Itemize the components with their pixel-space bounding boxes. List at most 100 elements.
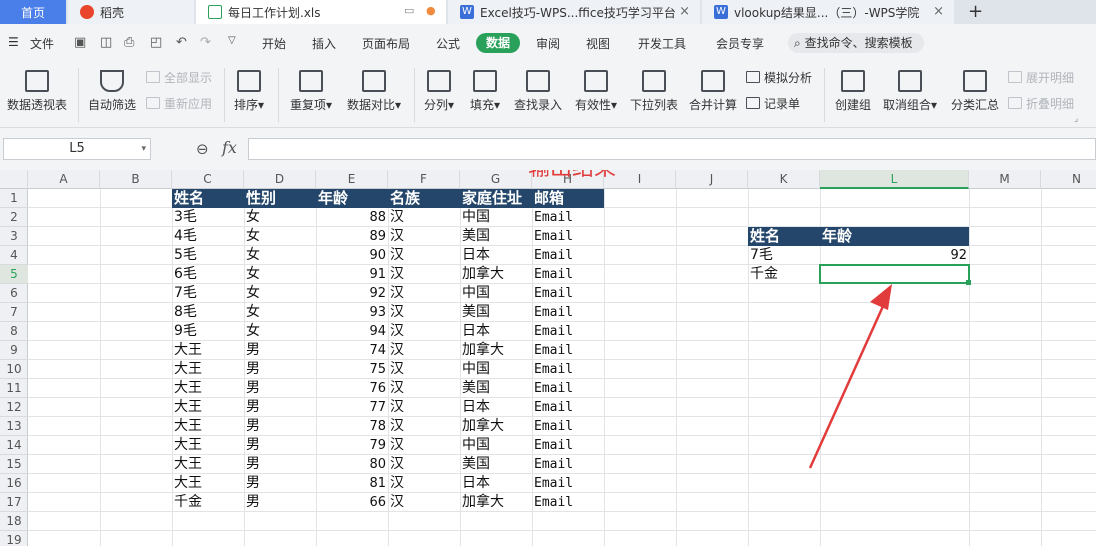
menu-data[interactable]: 数据 (476, 33, 520, 53)
cell-email[interactable]: Email (532, 322, 604, 341)
cell-email[interactable]: Email (532, 246, 604, 265)
tab-file[interactable]: 每日工作计划.xls ▭ ● (196, 0, 446, 24)
cell-gender[interactable]: 男 (244, 379, 316, 398)
cell-ethnicity[interactable]: 汉 (388, 493, 460, 512)
cell-name[interactable]: 大王 (172, 360, 244, 379)
cell-name[interactable]: 大王 (172, 436, 244, 455)
lookup-header-age[interactable]: 年龄 (820, 227, 969, 246)
create-group-button[interactable]: 创建组 (830, 62, 876, 126)
cell-name[interactable]: 9毛 (172, 322, 244, 341)
find-entry-button[interactable]: 查找录入 (510, 62, 566, 126)
cell-ethnicity[interactable]: 汉 (388, 360, 460, 379)
sort-button[interactable]: 排序▾ (228, 62, 270, 126)
cell-name[interactable]: 大王 (172, 474, 244, 493)
cell-gender[interactable]: 女 (244, 227, 316, 246)
row-header-13[interactable]: 13 (0, 417, 28, 436)
tab-web1[interactable]: W Excel技巧-WPS...ffice技巧学习平台 × (448, 0, 700, 24)
cell-age[interactable]: 92 (316, 284, 388, 303)
cell-age[interactable]: 75 (316, 360, 388, 379)
cell-gender[interactable]: 女 (244, 284, 316, 303)
cell-gender[interactable]: 男 (244, 360, 316, 379)
menu-view[interactable]: 视图 (586, 35, 610, 52)
print-icon[interactable]: ⎙ (124, 35, 134, 50)
row-header-10[interactable]: 10 (0, 360, 28, 379)
cell-address[interactable]: 加拿大 (460, 417, 532, 436)
cell-age[interactable]: 93 (316, 303, 388, 322)
table-header-gender[interactable]: 性别 (244, 189, 316, 208)
row-header-18[interactable]: 18 (0, 512, 28, 531)
menu-insert[interactable]: 插入 (312, 35, 336, 52)
row-header-16[interactable]: 16 (0, 474, 28, 493)
column-header-j[interactable]: J (676, 170, 748, 189)
cell-name[interactable]: 大王 (172, 379, 244, 398)
cell-gender[interactable]: 男 (244, 417, 316, 436)
column-header-e[interactable]: E (316, 170, 388, 189)
ungroup-button[interactable]: 取消组合▾ (880, 62, 940, 126)
cell-name[interactable]: 7毛 (172, 284, 244, 303)
print-preview-icon[interactable]: ◰ (150, 35, 162, 50)
cell-name[interactable]: 千金 (172, 493, 244, 512)
data-compare-button[interactable]: 数据对比▾ (342, 62, 406, 126)
column-header-n[interactable]: N (1041, 170, 1096, 189)
cell-age[interactable]: 90 (316, 246, 388, 265)
autofilter-button[interactable]: 自动筛选 (84, 62, 140, 126)
tab-docer[interactable]: 稻壳 (68, 0, 194, 24)
row-header-5[interactable]: 5 (0, 265, 28, 284)
cell-ethnicity[interactable]: 汉 (388, 398, 460, 417)
select-all-corner[interactable] (0, 170, 28, 189)
cell-email[interactable]: Email (532, 417, 604, 436)
column-header-m[interactable]: M (969, 170, 1041, 189)
cell-gender[interactable]: 男 (244, 436, 316, 455)
close-icon[interactable]: × (933, 4, 944, 19)
menu-start[interactable]: 开始 (262, 35, 286, 52)
cell-age[interactable]: 88 (316, 208, 388, 227)
menu-developer[interactable]: 开发工具 (638, 35, 686, 52)
cell-age[interactable]: 77 (316, 398, 388, 417)
cell-address[interactable]: 美国 (460, 227, 532, 246)
cell-email[interactable]: Email (532, 208, 604, 227)
cell-email[interactable]: Email (532, 341, 604, 360)
cell-gender[interactable]: 女 (244, 208, 316, 227)
lookup-cell-age[interactable]: 92 (820, 246, 969, 265)
table-header-address[interactable]: 家庭住址 (460, 189, 532, 208)
menu-review[interactable]: 审阅 (536, 35, 560, 52)
row-header-8[interactable]: 8 (0, 322, 28, 341)
cell-ethnicity[interactable]: 汉 (388, 284, 460, 303)
what-if-analysis-button[interactable]: 模拟分析 (746, 69, 812, 86)
subtotal-button[interactable]: 分类汇总 (948, 62, 1002, 126)
row-header-3[interactable]: 3 (0, 227, 28, 246)
cell-name[interactable]: 大王 (172, 398, 244, 417)
cell-age[interactable]: 91 (316, 265, 388, 284)
row-header-17[interactable]: 17 (0, 493, 28, 512)
column-header-f[interactable]: F (388, 170, 460, 189)
cell-ethnicity[interactable]: 汉 (388, 246, 460, 265)
show-all-button[interactable]: 全部显示 (146, 69, 212, 86)
cell-email[interactable]: Email (532, 398, 604, 417)
pivot-table-button[interactable]: 数据透视表 (2, 62, 72, 126)
cell-email[interactable]: Email (532, 493, 604, 512)
cell-age[interactable]: 74 (316, 341, 388, 360)
cell-age[interactable]: 94 (316, 322, 388, 341)
cell-ethnicity[interactable]: 汉 (388, 322, 460, 341)
fill-handle[interactable] (966, 280, 971, 285)
table-header-ethnicity[interactable]: 名族 (388, 189, 460, 208)
new-tab-icon[interactable]: + (968, 1, 983, 22)
validity-button[interactable]: 有效性▾ (570, 62, 622, 126)
cell-name[interactable]: 大王 (172, 455, 244, 474)
cell-name[interactable]: 大王 (172, 417, 244, 436)
chevron-down-icon[interactable]: ▾ (141, 139, 146, 159)
cell-name[interactable]: 8毛 (172, 303, 244, 322)
menu-page-layout[interactable]: 页面布局 (362, 35, 410, 52)
cell-address[interactable]: 加拿大 (460, 493, 532, 512)
cell-gender[interactable]: 男 (244, 341, 316, 360)
column-header-l[interactable]: L (820, 170, 969, 189)
expand-detail-button[interactable]: 展开明细 (1008, 69, 1074, 86)
cell-name[interactable]: 3毛 (172, 208, 244, 227)
cell-name[interactable]: 5毛 (172, 246, 244, 265)
row-header-9[interactable]: 9 (0, 341, 28, 360)
column-header-g[interactable]: G (460, 170, 532, 189)
cell-age[interactable]: 66 (316, 493, 388, 512)
cell-address[interactable]: 美国 (460, 379, 532, 398)
cell-address[interactable]: 日本 (460, 398, 532, 417)
ribbon-options-icon[interactable]: ⌟ (1074, 114, 1078, 124)
